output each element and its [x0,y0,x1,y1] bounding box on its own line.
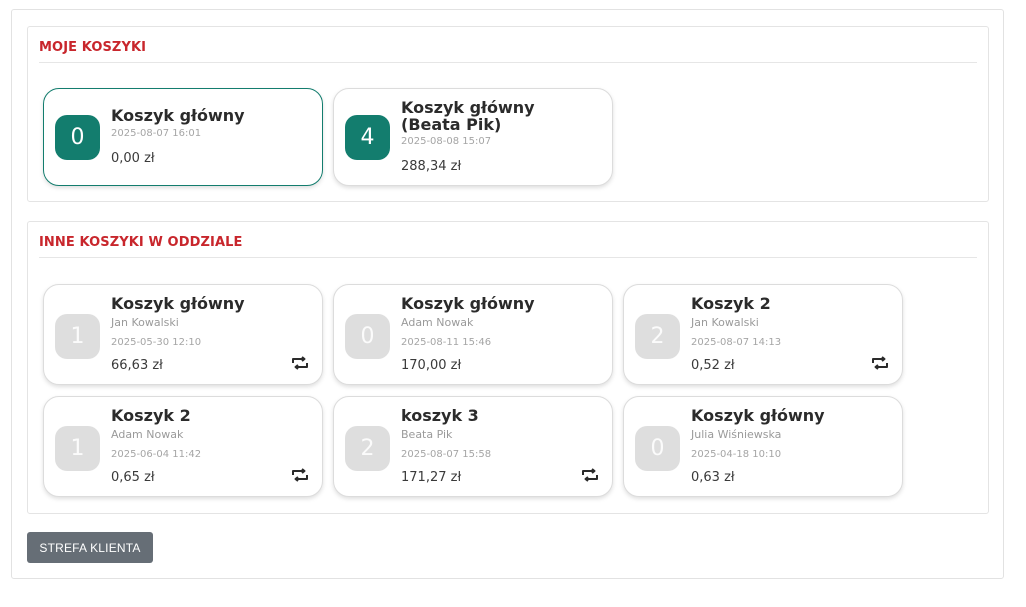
cart-date: 2025-08-08 15:07 [401,136,492,147]
cart-count-badge: 1 [55,426,100,471]
my-cart-card-2[interactable]: 4 Koszyk główny (Beata Pik) 2025-08-08 1… [333,88,613,186]
carts-panel: MOJE KOSZYKI 0 Koszyk główny 2025-08-07 … [11,9,1004,579]
cart-count-badge: 4 [345,115,390,160]
repeat-icon[interactable] [291,356,309,370]
cart-count-badge: 0 [345,314,390,359]
cart-amount: 0,65 zł [111,470,155,485]
cart-amount: 0,63 zł [691,470,735,485]
other-cart-card-2[interactable]: 0 Koszyk główny Adam Nowak 2025-08-11 15… [333,284,613,385]
cart-owner: Adam Nowak [111,428,184,441]
cart-date: 2025-08-11 15:46 [401,337,492,348]
cart-date: 2025-08-07 14:13 [691,337,782,348]
repeat-icon[interactable] [291,468,309,482]
cart-date: 2025-04-18 10:10 [691,449,782,460]
cart-name: Koszyk 2 [691,294,771,313]
cart-name: Koszyk główny [401,98,535,117]
cart-owner: Jan Kowalski [111,316,179,329]
cart-count-badge: 0 [635,426,680,471]
repeat-icon[interactable] [581,468,599,482]
my-carts-section: MOJE KOSZYKI 0 Koszyk główny 2025-08-07 … [27,26,989,202]
cart-amount: 0,52 zł [691,358,735,373]
cart-name: Koszyk główny [691,406,825,425]
cart-name: Koszyk 2 [111,406,191,425]
other-cart-card-6[interactable]: 0 Koszyk główny Julia Wiśniewska 2025-04… [623,396,903,497]
client-zone-button[interactable]: STREFA KLIENTA [27,532,153,563]
cart-date: 2025-06-04 11:42 [111,449,202,460]
cart-count-badge: 0 [55,115,100,160]
cart-amount: 171,27 zł [401,470,462,485]
divider [39,62,977,63]
cart-owner: Adam Nowak [401,316,474,329]
cart-date: 2025-08-07 16:01 [111,128,202,139]
cart-name: Koszyk główny [111,106,245,125]
cart-name: Koszyk główny [401,294,535,313]
cart-amount: 288,34 zł [401,159,462,174]
my-carts-title: MOJE KOSZYKI [39,40,147,55]
cart-owner: Beata Pik [401,428,453,441]
cart-date: 2025-05-30 12:10 [111,337,202,348]
other-carts-section: INNE KOSZYKI W ODDZIALE 1 Koszyk główny … [27,221,989,514]
repeat-icon[interactable] [871,356,889,370]
other-cart-card-1[interactable]: 1 Koszyk główny Jan Kowalski 2025-05-30 … [43,284,323,385]
cart-owner: Julia Wiśniewska [691,428,782,441]
cart-name: koszyk 3 [401,406,479,425]
cart-count-badge: 2 [345,426,390,471]
cart-date: 2025-08-07 15:58 [401,449,492,460]
cart-owner: Jan Kowalski [691,316,759,329]
cart-amount: 66,63 zł [111,358,163,373]
other-cart-card-5[interactable]: 2 koszyk 3 Beata Pik 2025-08-07 15:58 17… [333,396,613,497]
cart-name-owner: (Beata Pik) [401,115,502,134]
other-cart-card-3[interactable]: 2 Koszyk 2 Jan Kowalski 2025-08-07 14:13… [623,284,903,385]
cart-amount: 170,00 zł [401,358,462,373]
other-cart-card-4[interactable]: 1 Koszyk 2 Adam Nowak 2025-06-04 11:42 0… [43,396,323,497]
cart-count-badge: 2 [635,314,680,359]
cart-count-badge: 1 [55,314,100,359]
other-carts-title: INNE KOSZYKI W ODDZIALE [39,235,243,250]
cart-name: Koszyk główny [111,294,245,313]
divider [39,257,977,258]
my-cart-card-1[interactable]: 0 Koszyk główny 2025-08-07 16:01 0,00 zł [43,88,323,186]
cart-amount: 0,00 zł [111,151,155,166]
